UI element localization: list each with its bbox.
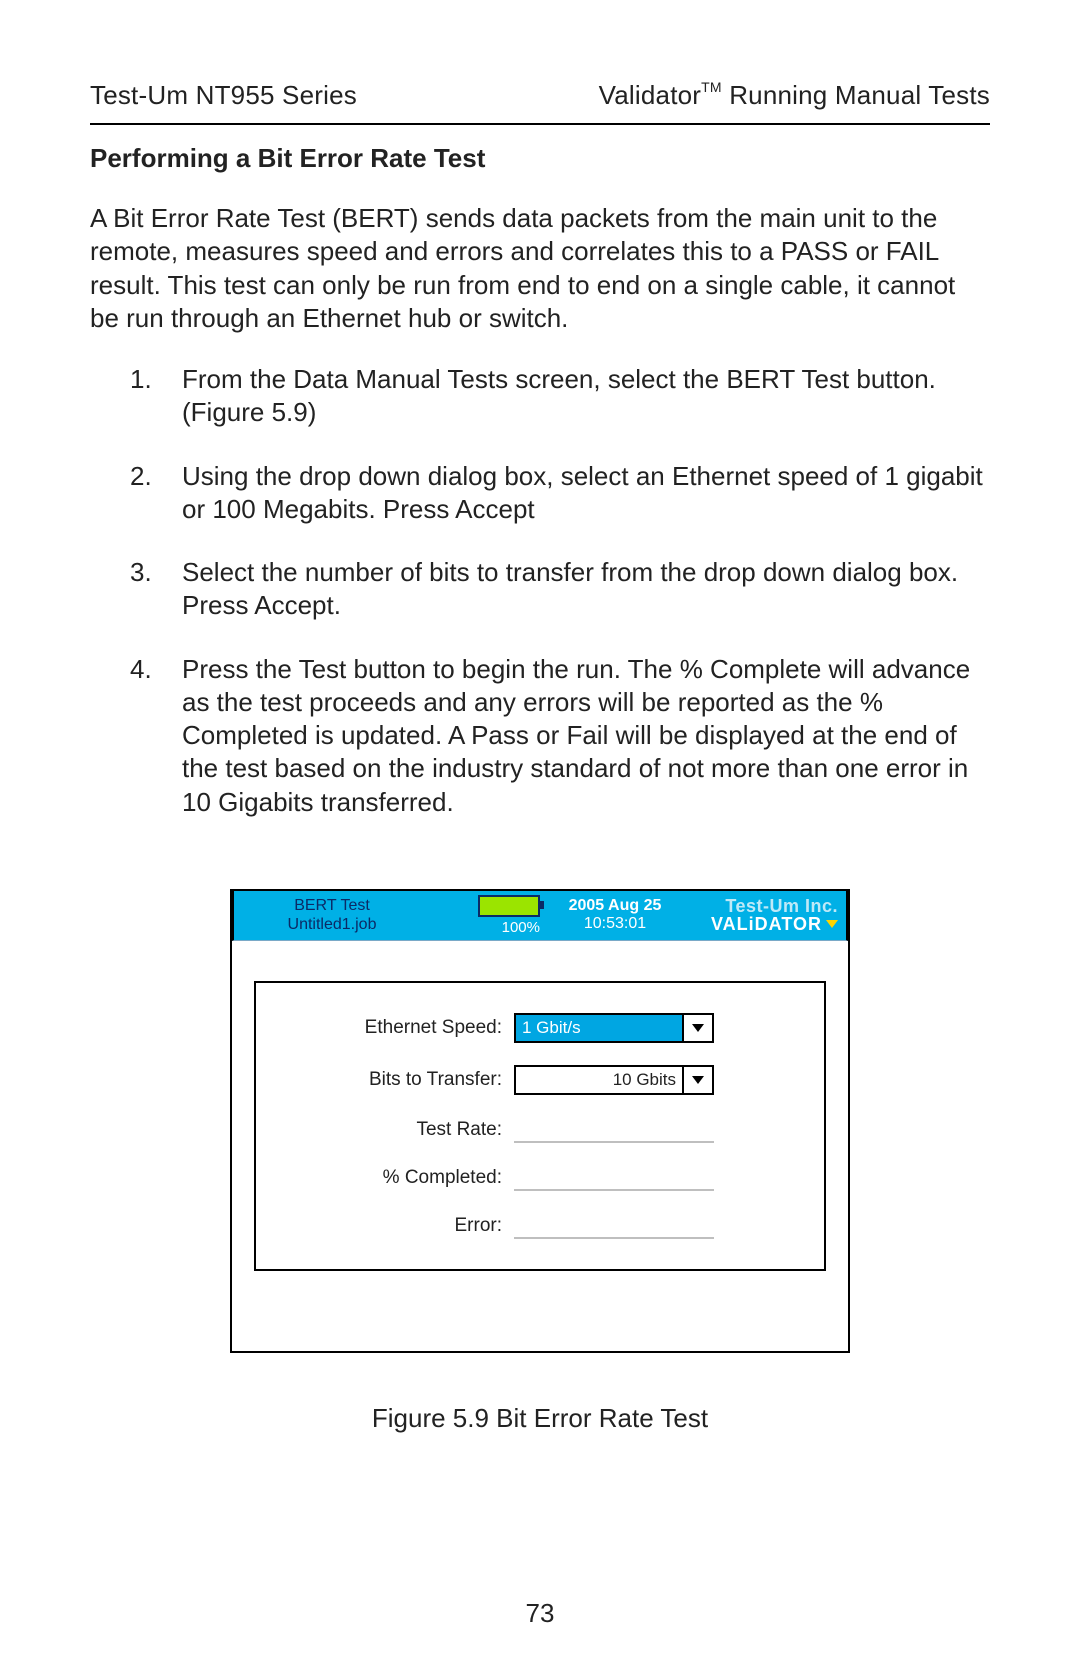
time-text: 10:53:01 bbox=[550, 915, 680, 933]
running-header: Test-Um NT955 Series ValidatorTM Running… bbox=[90, 80, 990, 111]
instruction-list: From the Data Manual Tests screen, selec… bbox=[90, 363, 990, 819]
bert-titlebar: BERT Test Untitled1.job 100% 2005 Aug 25… bbox=[232, 889, 848, 941]
row-test-rate: Test Rate: bbox=[282, 1117, 798, 1143]
row-error: Error: bbox=[282, 1213, 798, 1239]
titlebar-datetime: 2005 Aug 25 10:53:01 bbox=[550, 891, 686, 940]
figure-caption: Figure 5.9 Bit Error Rate Test bbox=[90, 1403, 990, 1434]
step-item: From the Data Manual Tests screen, selec… bbox=[90, 363, 990, 430]
bits-transfer-value: 10 Gbits bbox=[516, 1067, 682, 1093]
bert-panel: Ethernet Speed: 1 Gbit/s Bits to Transfe… bbox=[254, 981, 826, 1271]
figure: BERT Test Untitled1.job 100% 2005 Aug 25… bbox=[90, 889, 990, 1434]
battery-icon bbox=[478, 895, 540, 917]
caret-down-icon bbox=[692, 1024, 704, 1032]
test-rate-label: Test Rate: bbox=[282, 1119, 514, 1141]
ethernet-speed-label: Ethernet Speed: bbox=[282, 1017, 514, 1039]
pct-completed-label: % Completed: bbox=[282, 1167, 514, 1189]
row-bits-transfer: Bits to Transfer: 10 Gbits bbox=[282, 1065, 798, 1095]
dropdown-button[interactable] bbox=[682, 1067, 712, 1093]
pct-completed-value-line bbox=[514, 1165, 714, 1191]
titlebar-left: BERT Test Untitled1.job bbox=[234, 891, 430, 940]
brand-product: VALiDATOR bbox=[711, 915, 838, 933]
battery-percent: 100% bbox=[502, 919, 540, 936]
dropdown-button[interactable] bbox=[682, 1015, 712, 1041]
error-label: Error: bbox=[282, 1215, 514, 1237]
titlebar-brand: Test-Um Inc. VALiDATOR bbox=[686, 891, 846, 940]
screen-title: BERT Test bbox=[242, 896, 422, 915]
header-rule bbox=[90, 123, 990, 125]
row-pct-completed: % Completed: bbox=[282, 1165, 798, 1191]
ethernet-speed-value: 1 Gbit/s bbox=[516, 1015, 682, 1041]
manual-page: Test-Um NT955 Series ValidatorTM Running… bbox=[0, 0, 1080, 1669]
caret-down-icon bbox=[692, 1076, 704, 1084]
job-name: Untitled1.job bbox=[242, 915, 422, 934]
row-ethernet-speed: Ethernet Speed: 1 Gbit/s bbox=[282, 1013, 798, 1043]
intro-paragraph: A Bit Error Rate Test (BERT) sends data … bbox=[90, 202, 990, 335]
running-header-left: Test-Um NT955 Series bbox=[90, 80, 357, 111]
step-item: Using the drop down dialog box, select a… bbox=[90, 460, 990, 527]
ethernet-speed-dropdown[interactable]: 1 Gbit/s bbox=[514, 1013, 714, 1043]
date-text: 2005 Aug 25 bbox=[550, 897, 680, 915]
brand-company: Test-Um Inc. bbox=[725, 897, 838, 915]
running-header-right: ValidatorTM Running Manual Tests bbox=[599, 80, 990, 111]
bert-window: BERT Test Untitled1.job 100% 2005 Aug 25… bbox=[230, 889, 850, 1353]
step-item: Select the number of bits to transfer fr… bbox=[90, 556, 990, 623]
step-item: Press the Test button to begin the run. … bbox=[90, 653, 990, 819]
bits-transfer-dropdown[interactable]: 10 Gbits bbox=[514, 1065, 714, 1095]
bits-transfer-label: Bits to Transfer: bbox=[282, 1069, 514, 1091]
test-rate-value-line bbox=[514, 1117, 714, 1143]
page-number: 73 bbox=[0, 1598, 1080, 1629]
section-title: Performing a Bit Error Rate Test bbox=[90, 143, 990, 174]
error-value-line bbox=[514, 1213, 714, 1239]
bert-body: Ethernet Speed: 1 Gbit/s Bits to Transfe… bbox=[232, 941, 848, 1351]
triangle-icon bbox=[826, 920, 838, 928]
titlebar-battery: 100% bbox=[430, 891, 550, 940]
